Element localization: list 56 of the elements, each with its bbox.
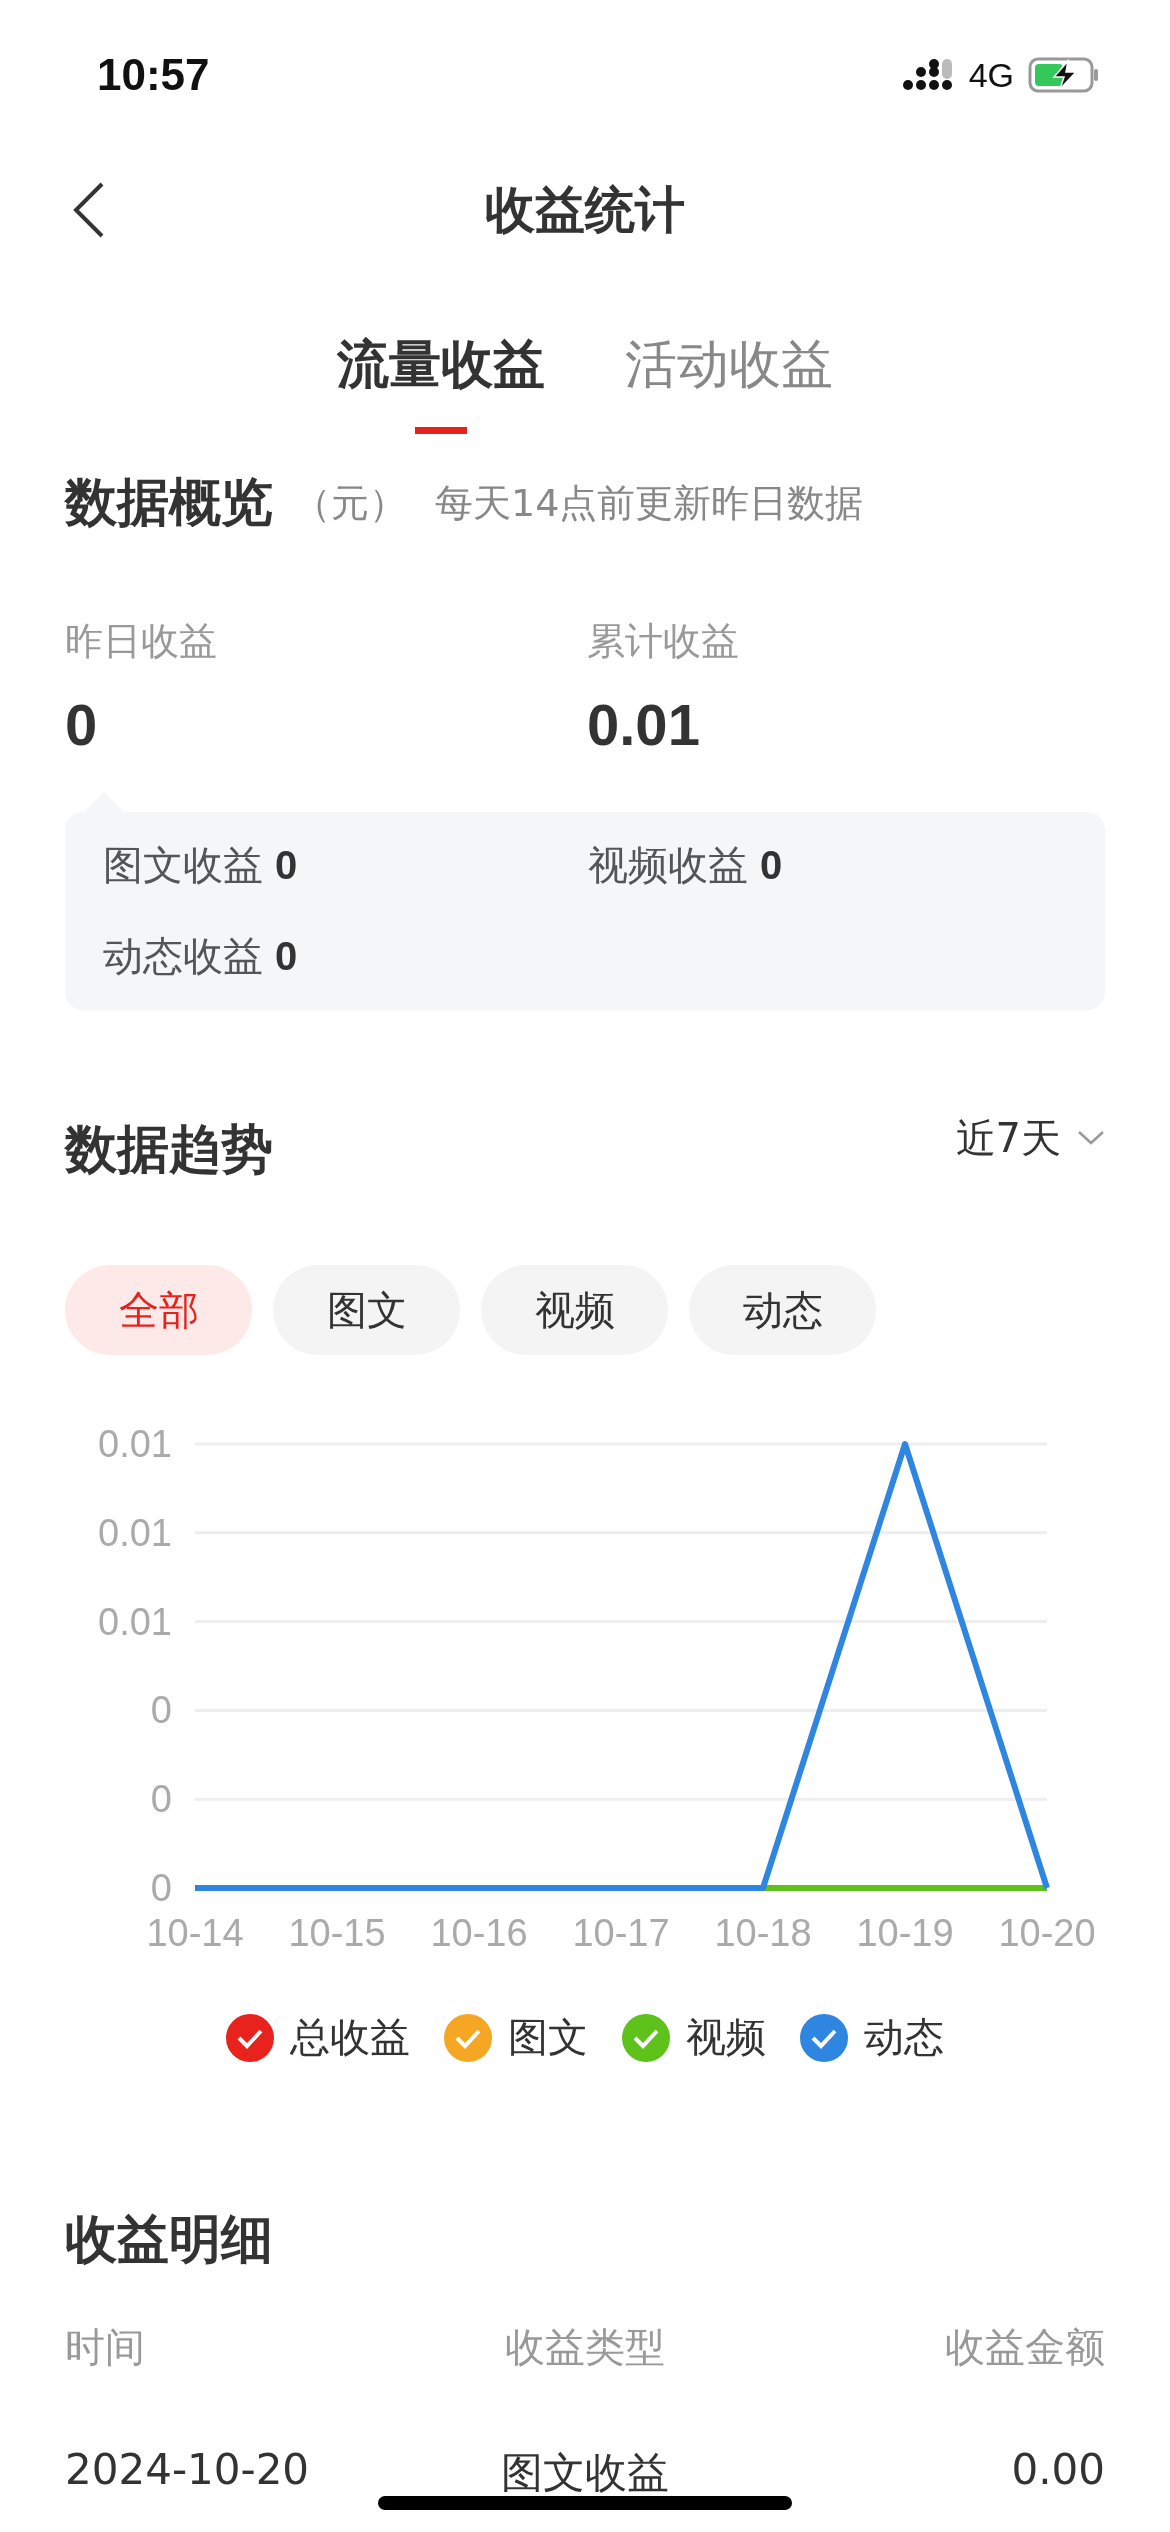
column-header: 收益类型: [504, 2323, 666, 2372]
filter-chip[interactable]: 视频: [481, 1265, 668, 1355]
status-time: 10:57: [97, 50, 210, 100]
breakdown-label: 视频收益: [588, 841, 748, 890]
filter-chip[interactable]: 全部: [65, 1265, 252, 1355]
y-tick-label: 0.01: [98, 1423, 172, 1465]
check-circle-icon[interactable]: [226, 2013, 274, 2062]
x-tick-label: 10-16: [430, 1912, 528, 1954]
y-tick-label: 0.01: [98, 1600, 172, 1643]
check-circle-icon[interactable]: [622, 2013, 670, 2062]
breakdown-value: 0: [275, 843, 298, 888]
breakdown-value: 0: [760, 843, 783, 888]
y-tick-label: 0: [150, 1778, 172, 1821]
breakdown-value: 0: [275, 934, 298, 979]
signal-icon: [902, 58, 955, 92]
filter-chip[interactable]: 图文: [273, 1265, 460, 1355]
legend-label: 图文: [508, 2013, 588, 2062]
section-title: 收益明细: [65, 2209, 273, 2269]
range-dropdown[interactable]: 近7天: [955, 1110, 1105, 1166]
stat-label: 昨日收益: [65, 618, 218, 665]
filter-chip[interactable]: 动态: [689, 1265, 876, 1355]
x-tick-label: 10-20: [998, 1912, 1096, 1954]
table-cell-text: 图文收益: [500, 2447, 670, 2499]
tab[interactable]: 活动收益: [625, 324, 833, 434]
check-circle-icon[interactable]: [800, 2013, 848, 2062]
unit-label: （元）: [293, 479, 407, 527]
column-header: 时间: [65, 2323, 146, 2372]
stat-label: 累计收益: [587, 618, 740, 665]
x-tick-label: 10-14: [146, 1912, 244, 1954]
legend-label: 视频: [686, 2013, 766, 2062]
chevron-down-icon: [1077, 1130, 1105, 1146]
legend-label: 总收益: [290, 2013, 410, 2062]
x-tick-label: 10-15: [288, 1912, 386, 1954]
stat-value: 0: [65, 691, 99, 758]
breakdown-label: 动态收益: [103, 932, 263, 981]
column-header: 收益金额: [944, 2323, 1105, 2372]
y-tick-label: 0: [150, 1867, 172, 1909]
network-label: 4G: [968, 55, 1014, 95]
back-icon[interactable]: [72, 181, 106, 239]
y-tick-label: 0: [150, 1689, 172, 1732]
legend-label: 动态: [864, 2013, 944, 2062]
x-tick-label: 10-18: [714, 1912, 812, 1954]
battery-icon: [1028, 57, 1100, 93]
page-title: 收益统计: [485, 179, 685, 241]
tab[interactable]: 流量收益: [337, 324, 545, 434]
table-cell-text: 0.00: [1010, 2445, 1105, 2496]
update-note: 每天14点前更新昨日数据: [435, 479, 864, 527]
y-tick-label: 0.01: [98, 1511, 172, 1554]
x-tick-label: 10-19: [856, 1912, 954, 1954]
x-tick-label: 10-17: [572, 1912, 670, 1954]
check-circle-icon[interactable]: [444, 2013, 492, 2062]
stat-value: 0.01: [587, 691, 701, 758]
section-title: 数据概览: [65, 471, 273, 534]
section-title: 数据趋势: [65, 1118, 273, 1181]
table-cell-text: 2024-10-20: [65, 2445, 311, 2496]
breakdown-label: 图文收益: [103, 841, 263, 890]
